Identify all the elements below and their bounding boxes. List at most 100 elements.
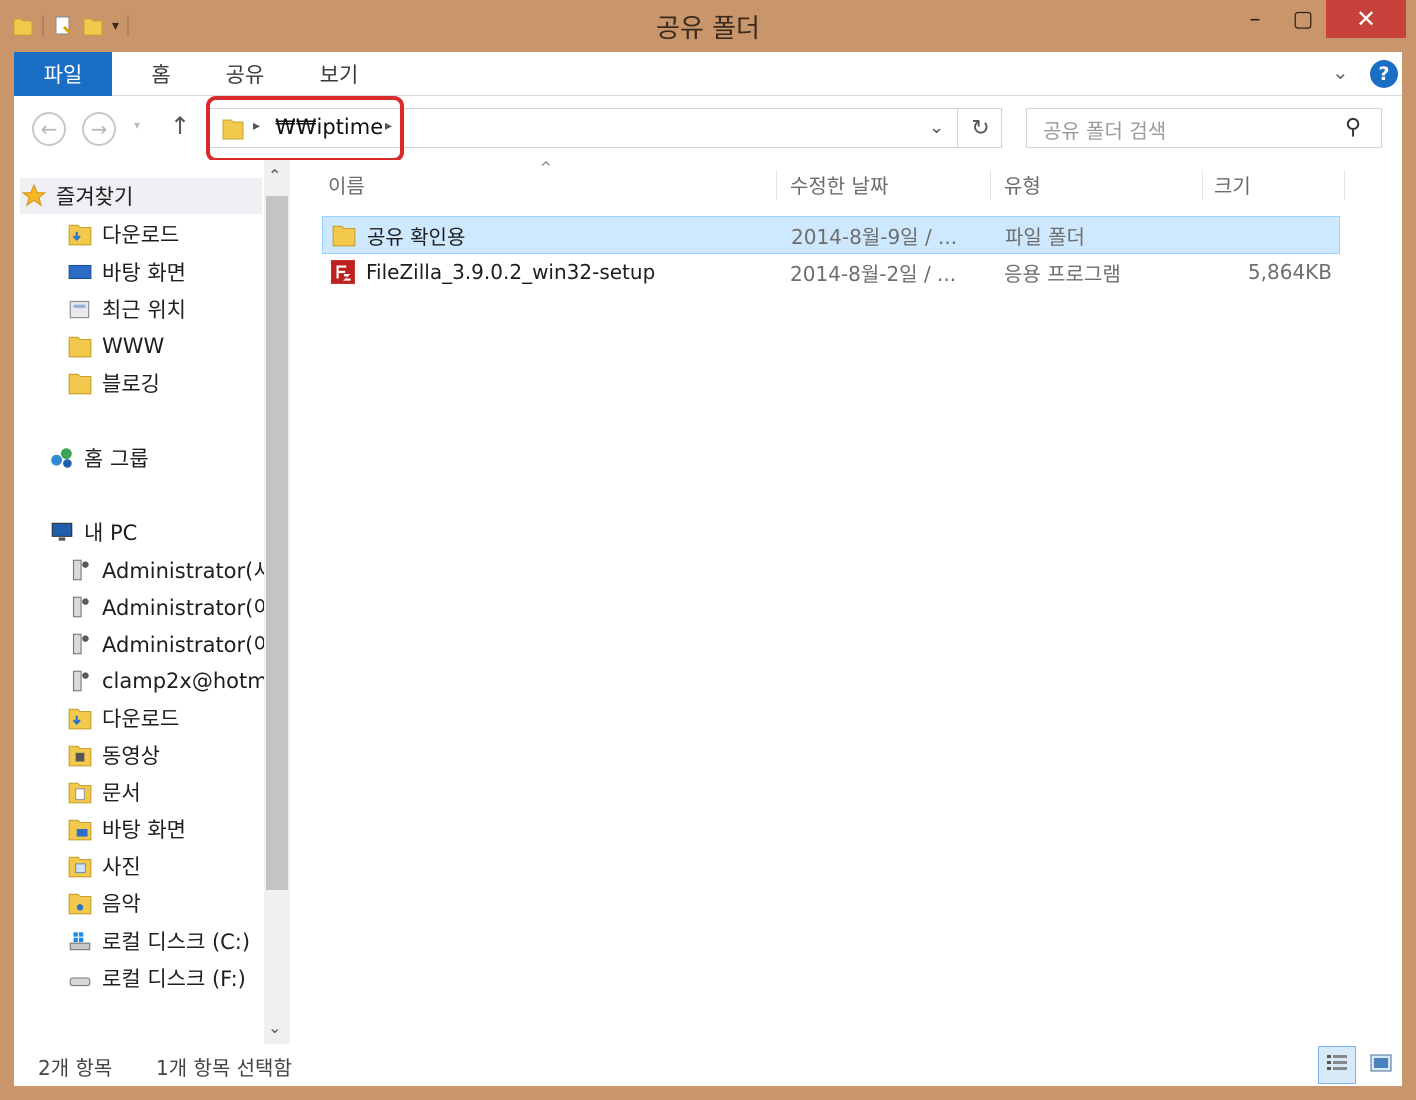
nav-scrollbar[interactable]: ⌃ ⌄: [264, 160, 290, 1044]
search-input[interactable]: 공유 폴더 검색 ⚲: [1026, 108, 1382, 148]
back-button[interactable]: ←: [32, 112, 66, 146]
title-bar: ▾ 공유 폴더 – ▢ ✕: [0, 0, 1416, 52]
nav-this-pc-label: 내 PC: [84, 521, 138, 545]
nav-item-label: 문서: [102, 781, 141, 805]
maximize-button[interactable]: ▢: [1280, 0, 1326, 38]
nav-item-label: 사진: [102, 855, 141, 879]
file-list: ^ 이름 수정한 날짜 유형 크기 공유 확인용 2014-8월-9일 / ..…: [294, 160, 1402, 1044]
navigation-pane: 즐겨찾기 다운로드 바탕 화면 최근 위치 WWW 블로깅 홈 그룹 내 PC …: [14, 160, 294, 1044]
nav-homegroup-label: 홈 그룹: [84, 447, 149, 471]
downloads-folder-icon: [66, 220, 94, 248]
nav-item-local-disk-c[interactable]: 로컬 디스크 (C:): [66, 923, 250, 959]
item-count: 2개 항목: [38, 1056, 113, 1080]
folder-icon: [66, 332, 94, 360]
column-divider[interactable]: [776, 170, 777, 200]
nav-item-label: WWW: [102, 334, 165, 358]
forward-button[interactable]: →: [82, 112, 116, 146]
table-row[interactable]: 공유 확인용 2014-8월-9일 / ... 파일 폴더: [322, 216, 1340, 254]
nav-item-www[interactable]: WWW: [66, 328, 164, 364]
nav-favorites[interactable]: 즐겨찾기: [20, 178, 262, 214]
tab-file[interactable]: 파일: [14, 52, 112, 96]
annotation-highlight-box: [206, 96, 404, 162]
nav-item-videos[interactable]: 동영상: [66, 737, 160, 773]
expand-ribbon-icon[interactable]: ⌄: [1332, 60, 1349, 84]
drive-icon: [66, 964, 94, 992]
scroll-up-icon[interactable]: ⌃: [268, 166, 281, 185]
nav-item-network-drive[interactable]: clamp2x@hotm: [66, 663, 268, 699]
file-name: 공유 확인용: [367, 224, 466, 249]
nav-item-documents[interactable]: 문서: [66, 774, 141, 810]
window-title: 공유 폴더: [656, 14, 760, 44]
large-icons-view-button[interactable]: [1362, 1046, 1400, 1084]
nav-item-label: Administrator(이: [102, 633, 273, 657]
close-button[interactable]: ✕: [1326, 0, 1406, 38]
column-divider[interactable]: [1344, 170, 1345, 200]
nav-scrollbar-thumb[interactable]: [266, 196, 288, 890]
ribbon-tabs: 파일 홈 공유 보기 ⌄ ?: [14, 52, 1402, 96]
nav-item-label: 다운로드: [102, 707, 180, 731]
help-icon[interactable]: ?: [1370, 60, 1398, 88]
recent-locations-icon[interactable]: ▾: [134, 118, 140, 132]
file-type: 응용 프로그램: [1004, 261, 1121, 286]
system-drive-icon: [66, 927, 94, 955]
nav-item-downloads[interactable]: 다운로드: [66, 700, 179, 736]
nav-item-network-drive[interactable]: Administrator(이: [66, 589, 273, 625]
nav-item-local-disk-f[interactable]: 로컬 디스크 (F:): [66, 960, 246, 996]
address-dropdown-icon[interactable]: ⌄: [929, 117, 944, 138]
nav-item-downloads[interactable]: 다운로드: [66, 216, 179, 252]
details-view-button[interactable]: [1318, 1046, 1356, 1084]
tab-share[interactable]: 공유: [200, 52, 290, 96]
address-toolbar: ← → ▾ ↑ ▸ ₩₩iptime ▸ ⌄ ↻ 공유 폴더 검색 ⚲: [14, 96, 1402, 162]
sort-ascending-icon: ^: [540, 160, 552, 176]
nav-item-label: 블로깅: [102, 372, 160, 396]
nav-item-network-drive[interactable]: Administrator(이: [66, 626, 273, 662]
nav-item-desktop[interactable]: 바탕 화면: [66, 254, 186, 290]
nav-item-network-drive[interactable]: Administrator(서: [66, 552, 273, 588]
column-header-size[interactable]: 크기: [1214, 160, 1251, 208]
desktop-icon: [66, 258, 94, 286]
column-divider[interactable]: [990, 170, 991, 200]
nav-item-pictures[interactable]: 사진: [66, 848, 141, 884]
nav-item-recent[interactable]: 최근 위치: [66, 291, 186, 327]
minimize-button[interactable]: –: [1232, 0, 1278, 38]
videos-folder-icon: [66, 741, 94, 769]
large-icons-view-icon: [1369, 1052, 1393, 1078]
nav-item-music[interactable]: 음악: [66, 885, 141, 921]
tab-home[interactable]: 홈: [126, 52, 196, 96]
nav-this-pc[interactable]: 내 PC: [48, 514, 137, 550]
file-size: [1193, 217, 1333, 253]
arrow-left-icon: ←: [40, 117, 58, 141]
search-icon[interactable]: ⚲: [1345, 115, 1361, 140]
nav-item-label: 동영상: [102, 744, 160, 768]
refresh-icon: ↻: [971, 115, 990, 141]
network-drive-icon: [66, 556, 94, 584]
network-drive-icon: [66, 667, 94, 695]
scroll-down-icon[interactable]: ⌄: [268, 1018, 281, 1037]
nav-item-label: 바탕 화면: [102, 261, 186, 285]
tab-view[interactable]: 보기: [294, 52, 384, 96]
folder-icon: [331, 222, 357, 248]
explorer-window: ▾ 공유 폴더 – ▢ ✕ 파일 홈 공유 보기 ⌄ ? ← → ▾ ↑ ▸ ₩…: [0, 0, 1416, 1100]
nav-item-label: Administrator(서: [102, 559, 273, 583]
column-header-date[interactable]: 수정한 날짜: [790, 160, 888, 208]
homegroup-icon: [48, 444, 76, 472]
file-date: 2014-8월-2일 / ...: [790, 261, 957, 286]
nav-homegroup[interactable]: 홈 그룹: [48, 440, 149, 476]
desktop-folder-icon: [66, 815, 94, 843]
arrow-right-icon: →: [90, 117, 108, 141]
column-divider[interactable]: [1202, 170, 1203, 200]
column-header-name[interactable]: 이름: [328, 160, 365, 208]
nav-item-blogging[interactable]: 블로깅: [66, 365, 160, 401]
nav-item-desktop[interactable]: 바탕 화면: [66, 811, 186, 847]
file-date: 2014-8월-9일 / ...: [791, 224, 958, 249]
documents-folder-icon: [66, 778, 94, 806]
nav-item-label: 음악: [102, 892, 141, 916]
star-icon: [20, 182, 48, 210]
table-row[interactable]: FileZilla_3.9.0.2_win32-setup 2014-8월-2일…: [322, 254, 1340, 292]
nav-item-label: 로컬 디스크 (C:): [102, 930, 251, 954]
refresh-button[interactable]: ↻: [957, 109, 1003, 147]
column-header-type[interactable]: 유형: [1004, 160, 1041, 208]
up-button[interactable]: ↑: [170, 112, 190, 140]
nav-item-label: 다운로드: [102, 223, 180, 247]
nav-item-label: 바탕 화면: [102, 818, 186, 842]
